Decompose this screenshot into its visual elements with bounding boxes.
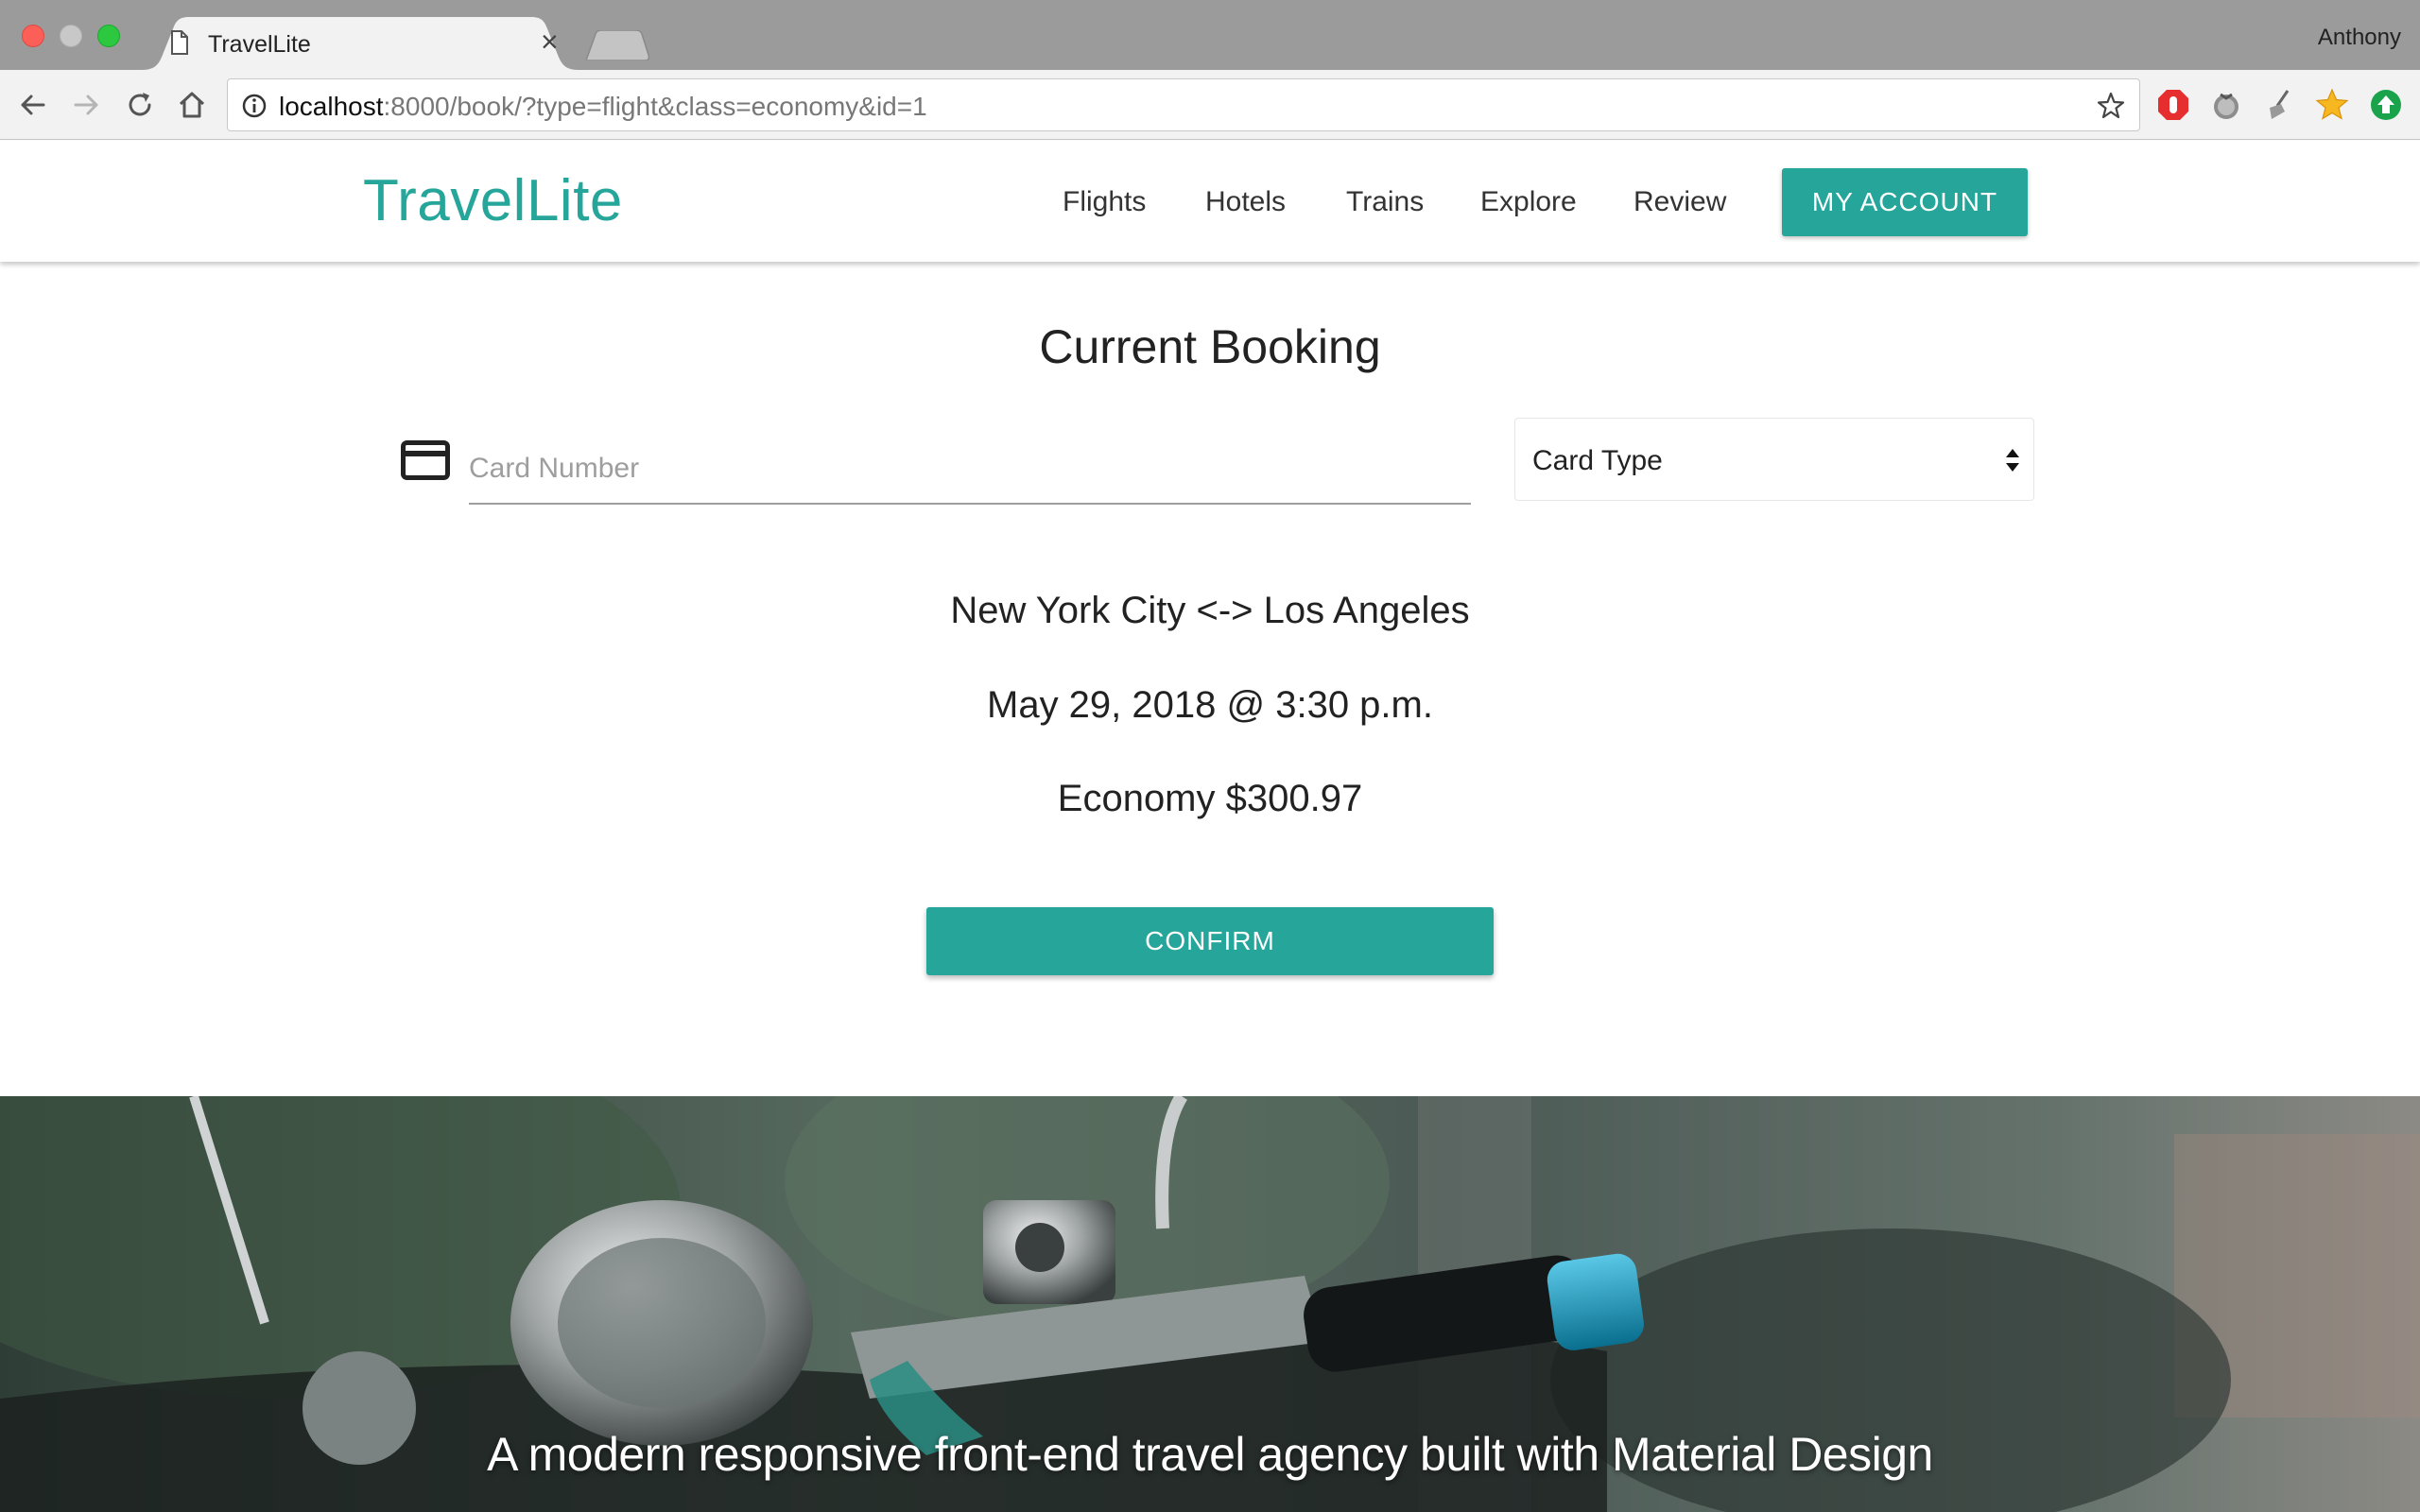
info-icon[interactable]: [241, 93, 268, 119]
star-extension-icon[interactable]: [2314, 87, 2350, 123]
nav-link-trains[interactable]: Trains: [1346, 186, 1424, 218]
adblock-extension-icon[interactable]: [2155, 87, 2191, 123]
nav-link-explore[interactable]: Explore: [1480, 186, 1577, 218]
booking-fare: Economy $300.97: [1057, 778, 1363, 819]
page-title: Current Booking: [1039, 320, 1381, 373]
booking-route: New York City <-> Los Angeles: [950, 590, 1470, 631]
new-tab-button[interactable]: [586, 30, 652, 60]
url-host: localhost: [279, 92, 384, 121]
select-arrows-icon: [2006, 449, 2019, 472]
card-number-input[interactable]: [469, 435, 1471, 505]
confirm-button[interactable]: CONFIRM: [926, 907, 1494, 975]
tomato-extension-icon[interactable]: [2208, 87, 2244, 123]
my-account-button[interactable]: MY ACCOUNT: [1782, 168, 2028, 236]
hero-banner: A modern responsive front-end travel age…: [0, 1096, 2420, 1512]
upload-extension-icon[interactable]: [2368, 87, 2404, 123]
page-icon: [170, 30, 189, 60]
browser-tab-strip: TravelLite × Anthony: [0, 0, 2420, 70]
tab-close-icon[interactable]: ×: [541, 26, 559, 57]
browser-toolbar: localhost:8000/book/?type=flight&class=e…: [0, 70, 2420, 140]
nav-link-hotels[interactable]: Hotels: [1205, 186, 1286, 218]
nav-link-flights[interactable]: Flights: [1063, 186, 1146, 218]
maximize-window-button[interactable]: [97, 25, 120, 47]
back-arrow-icon[interactable]: [15, 87, 51, 123]
hero-tagline: A modern responsive front-end travel age…: [487, 1428, 1933, 1481]
close-window-button[interactable]: [22, 25, 44, 47]
reload-icon[interactable]: [122, 87, 158, 123]
address-bar[interactable]: localhost:8000/book/?type=flight&class=e…: [227, 78, 2140, 131]
url-text[interactable]: localhost:8000/book/?type=flight&class=e…: [279, 92, 927, 122]
site-header: TravelLite Flights Hotels Trains Explore…: [0, 141, 2420, 262]
credit-card-icon: [401, 440, 450, 480]
card-type-select[interactable]: Card Type: [1514, 418, 2034, 501]
tab-title: TravelLite: [208, 31, 311, 58]
brand-logo[interactable]: TravelLite: [363, 167, 623, 234]
minimize-window-button[interactable]: [60, 25, 82, 47]
forward-arrow-icon[interactable]: [68, 87, 104, 123]
nav-link-review[interactable]: Review: [1634, 186, 1726, 218]
browser-tab[interactable]: TravelLite ×: [142, 17, 579, 70]
profile-name[interactable]: Anthony: [2318, 25, 2401, 51]
card-type-selected-value: Card Type: [1532, 445, 1663, 476]
home-icon[interactable]: [174, 87, 210, 123]
star-icon[interactable]: [2096, 91, 2126, 121]
broom-extension-icon[interactable]: [2262, 87, 2298, 123]
booking-datetime: May 29, 2018 @ 3:30 p.m.: [987, 684, 1433, 726]
url-path: :8000/book/?type=flight&class=economy&id…: [383, 92, 927, 121]
